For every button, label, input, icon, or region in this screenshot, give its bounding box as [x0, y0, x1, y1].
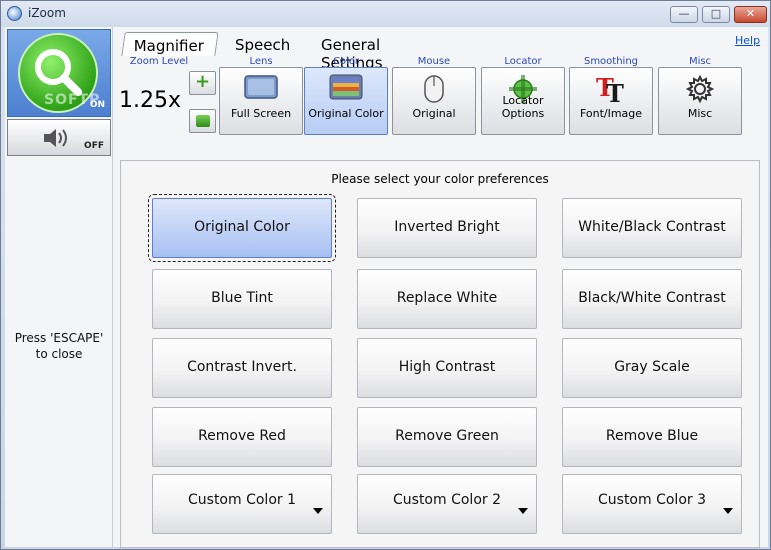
chevron-down-icon[interactable] [518, 508, 528, 514]
zoom-value: 1.25x [119, 88, 182, 113]
tab-speech[interactable]: Speech [235, 32, 290, 56]
minus-icon [195, 115, 210, 127]
left-panel: SOFTP ON OFF Press 'ESCAPE' to close [5, 27, 113, 547]
help-link[interactable]: Help [735, 34, 760, 47]
color-label: Color [332, 56, 360, 67]
lens-label: Lens [249, 56, 273, 67]
maximize-button[interactable]: □ [702, 6, 730, 23]
smoothing-font-image-button[interactable]: T T Font/Image [569, 67, 653, 135]
gear-icon [685, 74, 715, 104]
chevron-down-icon[interactable] [313, 508, 323, 514]
title-bar[interactable]: iZoom — □ ✕ [1, 1, 770, 27]
zoom-out-button[interactable] [189, 109, 216, 133]
tab-general-settings[interactable]: General Settings [321, 32, 383, 72]
color-original-button[interactable]: Original Color [304, 67, 388, 135]
option-gray-scale[interactable]: Gray Scale [562, 338, 742, 398]
minimize-button[interactable]: — [670, 6, 698, 23]
option-inverted-bright[interactable]: Inverted Bright [357, 198, 537, 258]
color-options-panel: Please select your color preferences Ori… [120, 160, 760, 548]
close-button[interactable]: ✕ [734, 6, 767, 23]
on-label: ON [89, 100, 105, 110]
mouse-label: Mouse [417, 56, 451, 67]
izoom-app-icon [7, 6, 22, 21]
option-remove-blue[interactable]: Remove Blue [562, 407, 742, 467]
option-replace-white[interactable]: Replace White [357, 269, 537, 329]
option-black-white-contrast[interactable]: Black/White Contrast [562, 269, 742, 329]
font-smoothing-icon: T T [596, 74, 624, 104]
svg-text:T: T [606, 79, 624, 104]
window-title: iZoom [28, 6, 66, 20]
option-remove-green[interactable]: Remove Green [357, 407, 537, 467]
mouse-icon [424, 75, 444, 103]
option-original-color[interactable]: Original Color [148, 194, 336, 262]
full-screen-icon [244, 75, 278, 99]
color-palette-icon [329, 74, 363, 100]
zoom-level-label: Zoom Level [129, 56, 189, 67]
app-window: iZoom — □ ✕ SOFTP ON OFF Press 'ESCAPE' … [0, 0, 771, 550]
lens-full-screen-button[interactable]: Full Screen [219, 67, 303, 135]
option-white-black-contrast[interactable]: White/Black Contrast [562, 198, 742, 258]
misc-button[interactable]: Misc [658, 67, 742, 135]
client-area: SOFTP ON OFF Press 'ESCAPE' to close Mag… [5, 27, 768, 548]
magnifier-on-button[interactable]: SOFTP ON [7, 29, 111, 117]
off-label: OFF [84, 141, 104, 151]
zoom-in-button[interactable]: + [189, 71, 216, 95]
option-custom-color-3[interactable]: Custom Color 3 [562, 474, 742, 534]
tab-magnifier[interactable]: Magnifier [121, 32, 219, 56]
locator-label: Locator [504, 56, 542, 67]
misc-label: Misc [688, 56, 712, 67]
panel-title: Please select your color preferences [331, 172, 549, 186]
option-remove-red[interactable]: Remove Red [152, 407, 332, 467]
option-custom-color-1[interactable]: Custom Color 1 [152, 474, 332, 534]
chevron-down-icon[interactable] [723, 508, 733, 514]
mouse-original-button[interactable]: Original [392, 67, 476, 135]
speaker-icon [44, 129, 67, 147]
smoothing-label: Smoothing [583, 56, 639, 67]
option-contrast-invert[interactable]: Contrast Invert. [152, 338, 332, 398]
escape-hint: Press 'ESCAPE' to close [14, 331, 104, 361]
speech-off-button[interactable]: OFF [7, 119, 111, 156]
locator-options-button[interactable]: Locator Options [481, 67, 565, 135]
option-custom-color-2[interactable]: Custom Color 2 [357, 474, 537, 534]
option-high-contrast[interactable]: High Contrast [357, 338, 537, 398]
option-blue-tint[interactable]: Blue Tint [152, 269, 332, 329]
